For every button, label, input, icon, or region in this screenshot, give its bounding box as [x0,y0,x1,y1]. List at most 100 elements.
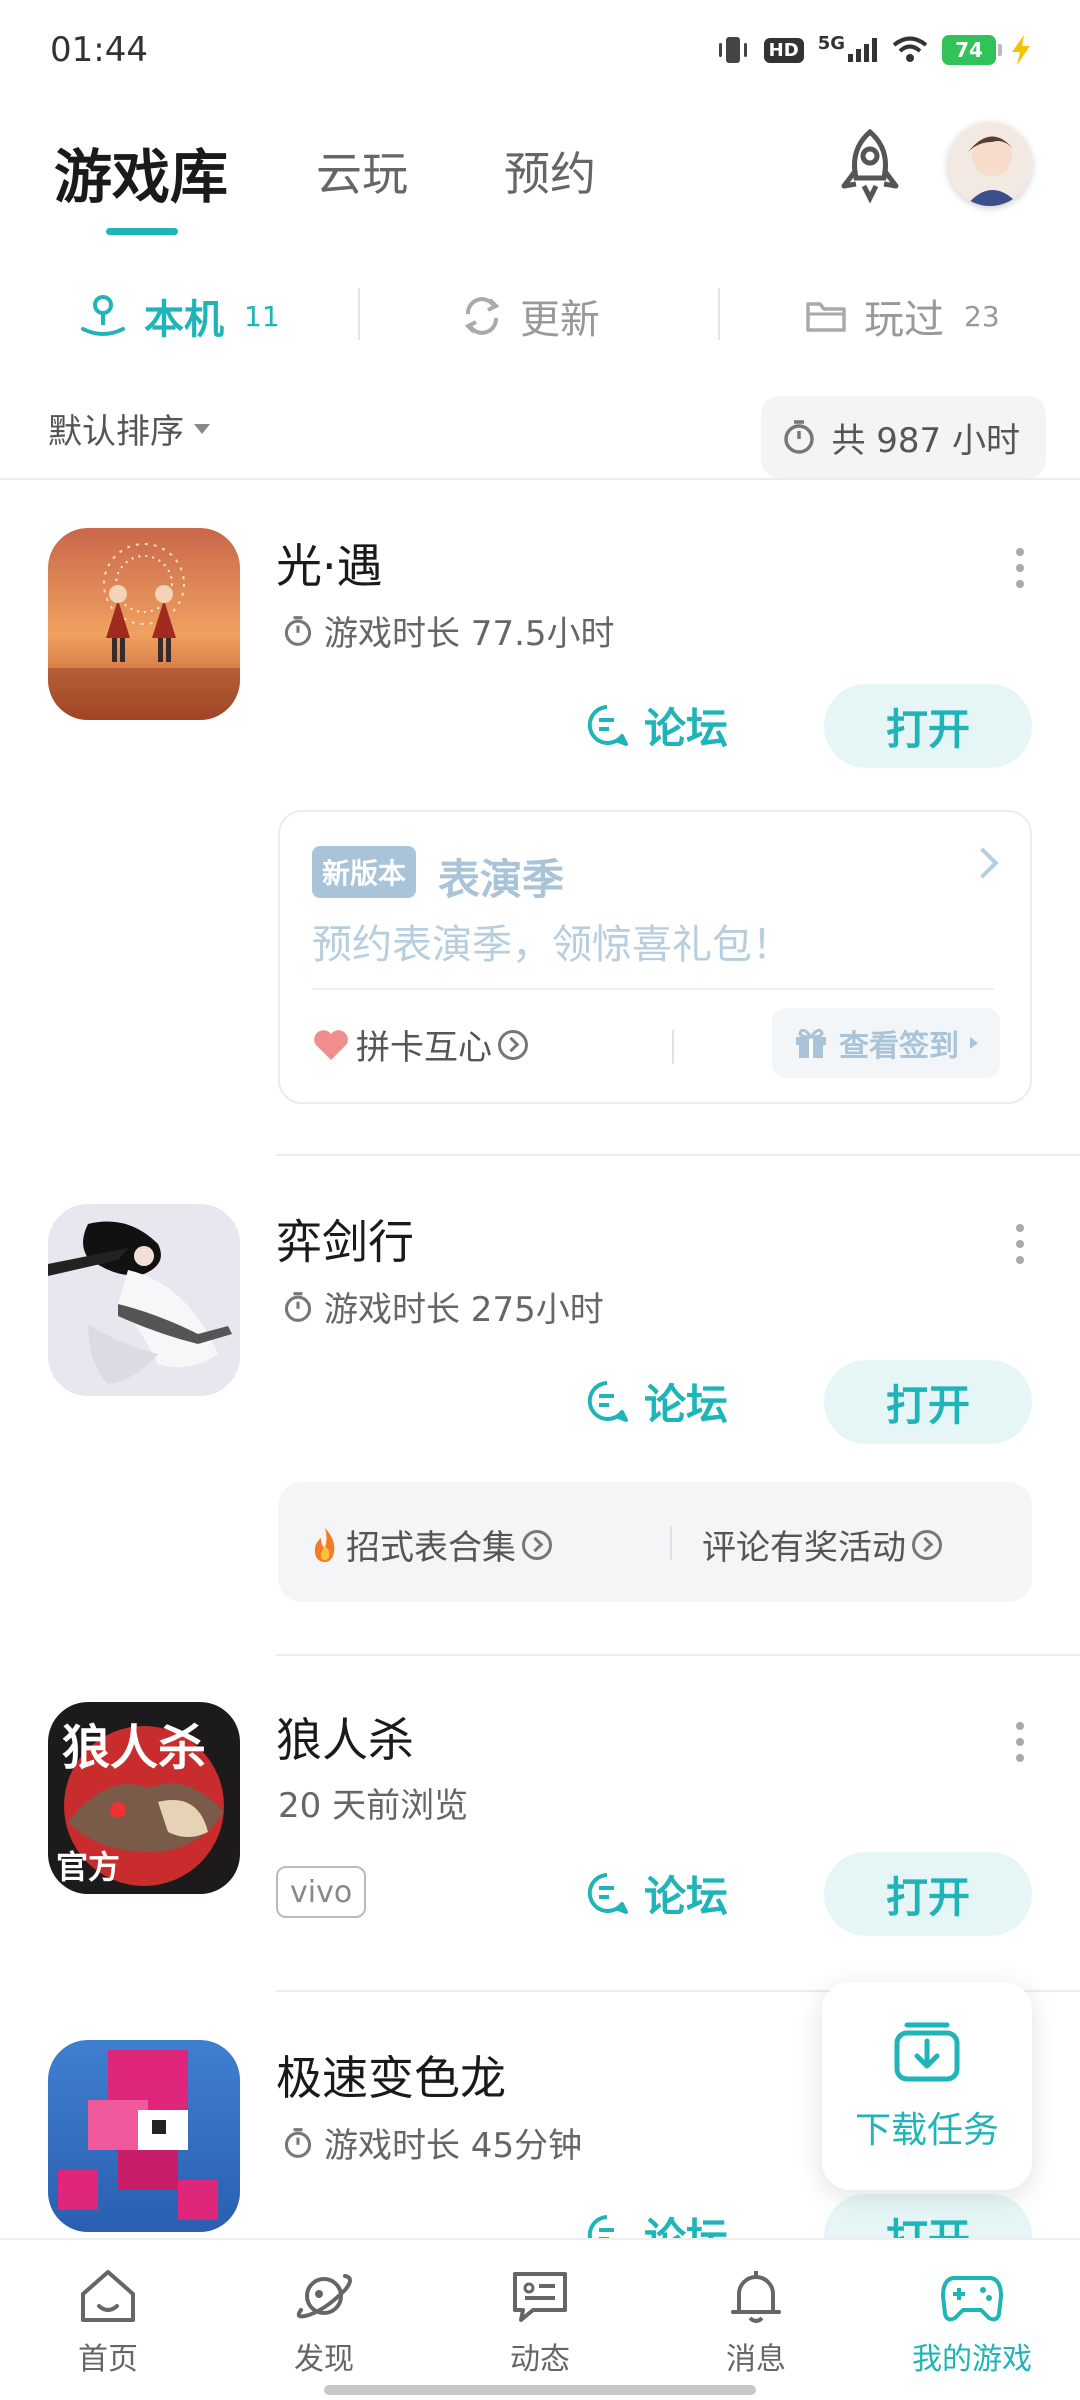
game-title[interactable]: 光·遇 [276,530,383,596]
open-button[interactable]: 打开 [824,1360,1032,1444]
more-options-icon[interactable] [1016,548,1026,588]
subtab-played-label: 玩过 [864,297,944,343]
download-tasks-label: 下载任务 [854,2110,999,2151]
new-version-badge: 新版本 [312,846,417,898]
status-bar: 01:44 HD 5G 74 [0,0,1080,100]
download-icon [894,2022,960,2082]
fire-icon [314,1527,335,1562]
subtab-update-label: 更新 [520,297,600,343]
stopwatch-icon [284,615,312,646]
game-title[interactable]: 狼人杀 [276,1704,414,1770]
nav-messages[interactable]: 消息 [686,2266,826,2378]
divider [276,1654,1080,1656]
sort-dropdown[interactable]: 默认排序 [48,404,210,453]
divider [672,1030,674,1064]
joystick-icon [81,295,125,336]
caret-down-icon [194,423,210,434]
official-badge: 官方 [56,1848,121,1886]
rocket-icon[interactable] [830,126,910,206]
caret-right-icon [970,1037,978,1049]
game-icon-sky[interactable] [48,528,240,720]
open-button[interactable]: 打开 [824,1852,1032,1936]
game-playtime: 游戏时长 45分钟 [282,2118,582,2167]
vivo-tag: vivo [276,1866,367,1918]
chat-icon [513,2272,567,2322]
game-icon-chameleon-run[interactable] [48,2040,240,2232]
heart-icon [314,1029,348,1060]
folder-icon [806,302,846,332]
nav-home[interactable]: 首页 [38,2266,178,2378]
signal-icon: 5G [818,33,878,62]
charging-icon [1012,35,1030,65]
promo-title: 表演季 [438,855,565,904]
gamepad-icon [941,2276,1003,2322]
game-icon-yijianxing[interactable] [48,1204,240,1396]
divider [670,1526,672,1560]
open-button[interactable]: 打开 [824,684,1032,768]
circle-arrow-icon [912,1529,942,1560]
forum-button[interactable]: 论坛 [584,1366,728,1436]
battery-icon: 74 [942,35,1002,65]
subtab-update[interactable]: 更新 [460,286,600,346]
status-icons: HD 5G 74 [716,30,1032,70]
tab-reservation[interactable]: 预约 [504,138,596,204]
divider [276,1154,1080,1156]
avatar[interactable] [948,122,1032,206]
forum-icon [587,1381,628,1422]
stopwatch-icon [284,1291,312,1322]
divider [718,288,720,340]
active-tab-indicator [106,228,178,235]
game-playtime: 游戏时长 77.5小时 [282,606,615,655]
stopwatch-icon [784,420,815,454]
home-indicator [324,2385,756,2395]
tab-game-library[interactable]: 游戏库 [54,130,228,214]
nav-discover[interactable]: 发现 [254,2266,394,2378]
subtab-local[interactable]: 本机 11 [78,286,280,346]
planet-icon [296,2274,352,2319]
nav-feed[interactable]: 动态 [470,2266,610,2378]
vibrate-icon [718,37,747,63]
forum-icon [587,1873,628,1914]
tab-cloud-play[interactable]: 云玩 [316,138,408,204]
game-links-card: 招式表合集 评论有奖活动 [278,1482,1032,1602]
forum-button[interactable]: 论坛 [584,690,728,760]
checkin-button[interactable]: 查看签到 [772,1008,1000,1078]
subtab-played-count: 23 [964,299,1000,333]
game-icon-text: 狼人杀 [62,1720,207,1776]
sort-label: 默认排序 [48,412,184,452]
home-icon [81,2270,135,2322]
game-title[interactable]: 极速变色龙 [276,2042,506,2108]
gift-icon [796,1028,826,1058]
circle-arrow-icon [498,1029,528,1060]
game-last-viewed: 20 天前浏览 [278,1786,469,1826]
subtab-played[interactable]: 玩过 23 [804,286,1000,346]
status-time: 01:44 [50,30,148,70]
moves-collection-link[interactable]: 招式表合集 [310,1520,552,1569]
stopwatch-icon [284,2127,312,2158]
download-tasks-button[interactable]: 下载任务 [822,1982,1032,2190]
more-options-icon[interactable] [1016,1224,1026,1264]
forum-icon [587,705,628,746]
divider [0,478,1080,480]
game-icon-werewolf[interactable]: 狼人杀 官方 [48,1702,240,1894]
divider [312,988,994,990]
review-event-link[interactable]: 评论有奖活动 [702,1520,942,1569]
more-options-icon[interactable] [1016,1722,1026,1762]
hd-icon: HD [763,37,804,63]
chevron-right-icon[interactable] [967,847,999,879]
nav-my-games[interactable]: 我的游戏 [902,2266,1042,2378]
circle-arrow-icon [522,1529,552,1560]
forum-button[interactable]: 论坛 [584,1858,728,1928]
promo-link[interactable]: 拼卡互心 [312,1020,528,1069]
bell-icon [731,2271,781,2323]
subtab-local-count: 11 [244,299,280,333]
game-title[interactable]: 弈剑行 [276,1206,414,1272]
total-playtime-badge: 共 987 小时 [761,396,1046,478]
wifi-icon [892,36,928,62]
promo-subtitle: 预约表演季，领惊喜礼包！ [312,922,792,968]
refresh-icon [464,297,500,335]
divider [358,288,360,340]
subtab-local-label: 本机 [144,297,224,343]
promo-card[interactable]: 新版本 表演季 预约表演季，领惊喜礼包！ 拼卡互心 查看签到 [278,810,1032,1104]
game-playtime: 游戏时长 275小时 [282,1282,604,1331]
